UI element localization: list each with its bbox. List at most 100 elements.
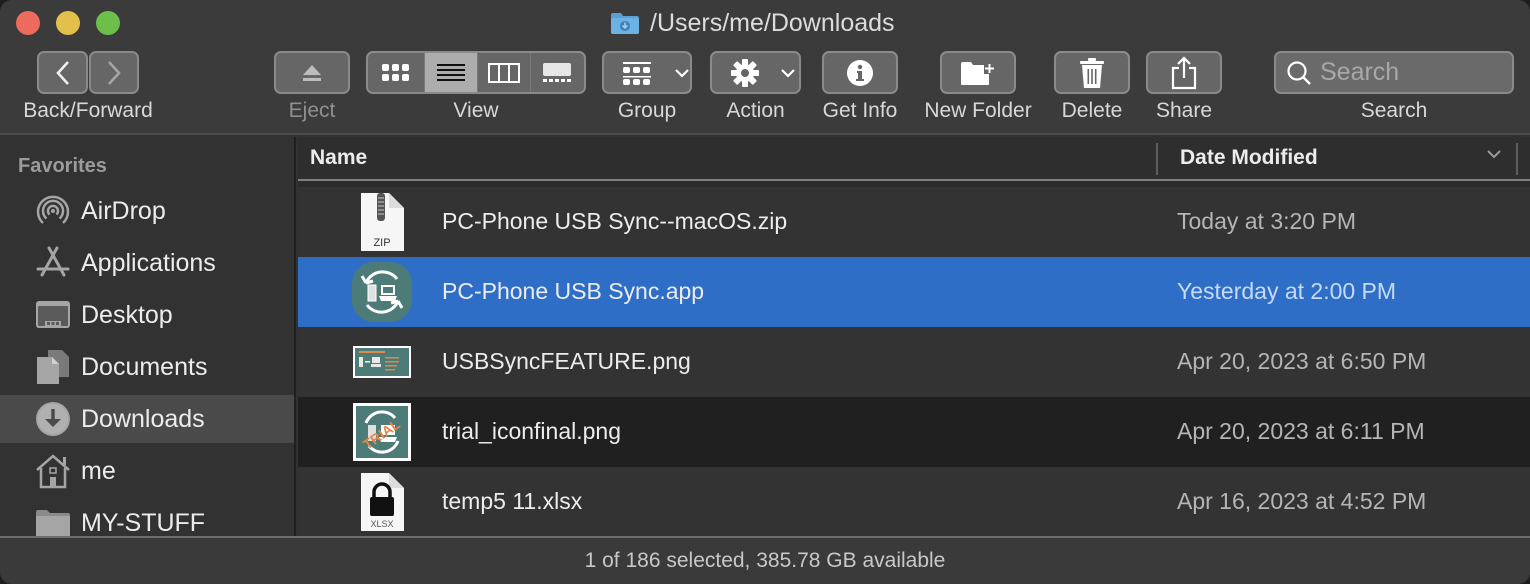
file-row[interactable]: XLSX temp5 11.xlsx Apr 16, 2023 at 4:52 … (298, 467, 1530, 536)
action-label: Action (726, 99, 785, 122)
share-label: Share (1155, 99, 1213, 122)
view-label: View (453, 99, 499, 122)
get-info-button[interactable] (822, 51, 898, 94)
eject-button[interactable] (274, 51, 350, 94)
finder-window: /Users/me/Downloads Back/Forward Eject V… (0, 0, 1530, 584)
file-name: PC-Phone USB Sync.app (442, 278, 705, 304)
window-title-text: /Users/me/Downloads (650, 8, 895, 37)
image-thumbnail-icon (348, 333, 416, 391)
chevron-left-icon (55, 60, 69, 85)
file-name: temp5 11.xlsx (442, 488, 583, 514)
column-header-date-modified[interactable]: Date Modified (1180, 146, 1318, 170)
sidebar-item-label: Documents (81, 352, 208, 381)
app-icon (348, 262, 416, 322)
sort-descending-chevron-icon[interactable] (1486, 149, 1502, 159)
view-list-button[interactable] (425, 53, 478, 92)
group-label: Group (617, 99, 677, 122)
list-view-icon (437, 63, 466, 81)
sidebar-item-label: me (81, 456, 116, 485)
sidebar-item-documents[interactable]: Documents (0, 343, 294, 391)
airdrop-icon (35, 193, 71, 229)
status-text: 1 of 186 selected, 385.78 GB available (584, 549, 946, 572)
new-folder-label: New Folder (924, 99, 1032, 122)
image-thumbnail-icon: TRIAL (348, 403, 416, 461)
zip-file-icon-label: ZIP (373, 237, 390, 249)
file-row[interactable]: ZIP PC-Phone USB Sync--macOS.zip Today a… (298, 187, 1530, 257)
sidebar-item-downloads[interactable]: Downloads (0, 395, 294, 443)
file-list: Name Date Modified ZIP PC-Phone USB Sync… (298, 137, 1530, 536)
minimize-button[interactable] (56, 11, 80, 35)
back-forward-label: Back/Forward (23, 99, 153, 122)
desktop-icon (35, 297, 71, 333)
status-bar: 1 of 186 selected, 385.78 GB available (0, 536, 1530, 584)
search-input[interactable] (1320, 58, 1500, 87)
toolbar: /Users/me/Downloads Back/Forward Eject V… (0, 0, 1530, 135)
view-mode-control[interactable] (366, 51, 586, 94)
zip-file-icon: ZIP (348, 193, 416, 251)
file-row[interactable]: USBSyncFEATURE.png Apr 20, 2023 at 6:50 … (298, 327, 1530, 397)
info-icon (847, 59, 873, 86)
chevron-right-icon (108, 60, 121, 85)
group-button[interactable] (602, 51, 692, 94)
delete-label: Delete (1061, 99, 1123, 122)
search-field[interactable] (1274, 51, 1514, 94)
action-button[interactable] (710, 51, 801, 94)
share-button[interactable] (1146, 51, 1222, 94)
share-icon (1171, 55, 1197, 89)
sidebar-item-applications[interactable]: Applications (0, 239, 294, 287)
column-header-name[interactable]: Name (310, 146, 367, 170)
file-row[interactable]: TRIAL trial_iconfinal.png Apr 20, 2023 a… (298, 397, 1530, 467)
sidebar-item-home[interactable]: me (0, 447, 294, 495)
sidebar: Favorites AirDrop Applications Desktop D… (0, 137, 296, 536)
file-date: Apr 16, 2023 at 4:52 PM (1177, 488, 1427, 514)
sidebar-item-label: MY-STUFF (81, 508, 206, 537)
forward-button[interactable] (89, 51, 139, 94)
xlsx-file-icon-label: XLSX (370, 519, 393, 529)
new-folder-button[interactable] (940, 51, 1016, 94)
applications-icon (35, 245, 71, 281)
group-icon (623, 61, 651, 85)
file-date: Today at 3:20 PM (1177, 208, 1356, 234)
close-button[interactable] (16, 11, 40, 35)
sidebar-section-favorites: Favorites (18, 155, 107, 177)
documents-icon (35, 349, 71, 385)
folder-icon (35, 505, 71, 536)
gear-icon (731, 58, 759, 87)
trash-icon (1080, 57, 1104, 88)
chevron-down-icon (675, 68, 689, 78)
search-icon (1287, 60, 1311, 85)
icon-view-icon (382, 63, 410, 81)
view-columns-button[interactable] (478, 53, 531, 92)
file-name: trial_iconfinal.png (442, 418, 622, 444)
file-date: Yesterday at 2:00 PM (1177, 278, 1397, 304)
home-icon (35, 453, 71, 489)
chevron-down-icon (781, 68, 795, 78)
back-button[interactable] (37, 51, 88, 94)
view-gallery-button[interactable] (531, 53, 585, 92)
sidebar-item-my-stuff[interactable]: MY-STUFF (0, 499, 294, 537)
file-date: Apr 20, 2023 at 6:50 PM (1177, 348, 1427, 374)
file-date: Apr 20, 2023 at 6:11 PM (1177, 418, 1425, 444)
file-name: PC-Phone USB Sync--macOS.zip (442, 208, 788, 234)
file-name: USBSyncFEATURE.png (442, 348, 691, 374)
list-header: Name Date Modified (298, 137, 1530, 181)
sidebar-item-airdrop[interactable]: AirDrop (0, 187, 294, 235)
new-folder-icon (961, 61, 995, 85)
sidebar-item-label: Desktop (81, 300, 173, 329)
eject-icon (303, 64, 321, 81)
window-title: /Users/me/Downloads (610, 6, 895, 40)
sidebar-item-label: AirDrop (81, 196, 166, 225)
delete-button[interactable] (1054, 51, 1130, 94)
get-info-label: Get Info (822, 99, 898, 122)
file-row-selected[interactable]: PC-Phone USB Sync.app Yesterday at 2:00 … (298, 257, 1530, 327)
column-resize-handle[interactable] (1156, 143, 1158, 175)
maximize-button[interactable] (96, 11, 120, 35)
view-icons-button[interactable] (368, 53, 426, 92)
column-resize-handle[interactable] (1516, 143, 1518, 175)
column-view-icon (487, 62, 520, 83)
gallery-view-icon (543, 62, 572, 82)
sidebar-item-desktop[interactable]: Desktop (0, 291, 294, 339)
eject-label: Eject (288, 99, 336, 122)
search-label: Search (1360, 99, 1428, 122)
sidebar-item-label: Downloads (81, 404, 205, 433)
